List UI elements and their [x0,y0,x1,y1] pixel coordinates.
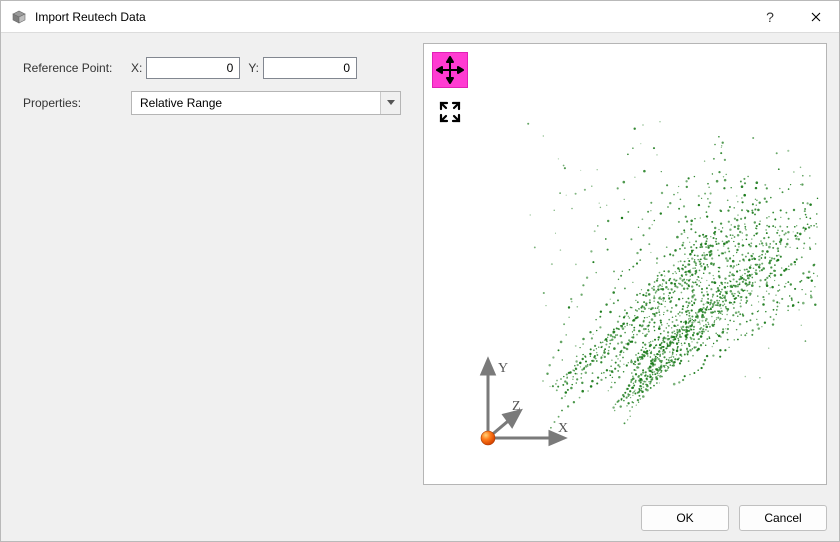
titlebar: Import Reutech Data ? [1,1,839,33]
properties-combo[interactable]: Relative Range [131,91,401,115]
x-input[interactable] [146,57,240,79]
reference-point-row: Reference Point: X: Y: [23,57,413,79]
dialog-body: Reference Point: X: Y: Properties: Relat… [1,33,839,495]
close-button[interactable] [793,1,839,33]
pan-tool-button[interactable] [432,52,468,88]
y-label: Y: [248,61,259,75]
preview-panel: Y X Z [423,43,827,485]
axis-z-label: Z [512,399,521,414]
axis-x-label: X [558,421,568,436]
app-icon [11,9,27,25]
y-input[interactable] [263,57,357,79]
settings-panel: Reference Point: X: Y: Properties: Relat… [13,43,413,485]
dialog-window: Import Reutech Data ? Reference Point: X… [0,0,840,542]
axis-gizmo: Y X Z [454,352,574,462]
fit-view-button[interactable] [432,94,468,130]
properties-label: Properties: [23,96,131,110]
chevron-down-icon [380,92,400,114]
axis-y-label: Y [498,361,508,376]
properties-combo-text: Relative Range [132,92,380,114]
window-title: Import Reutech Data [35,10,747,24]
x-label: X: [131,61,142,75]
viewport-3d[interactable]: Y X Z [423,43,827,485]
properties-row: Properties: Relative Range [23,91,413,115]
dialog-footer: OK Cancel [1,495,839,541]
cancel-button[interactable]: Cancel [739,505,827,531]
ok-button[interactable]: OK [641,505,729,531]
help-button[interactable]: ? [747,1,793,33]
reference-point-label: Reference Point: [23,61,131,75]
